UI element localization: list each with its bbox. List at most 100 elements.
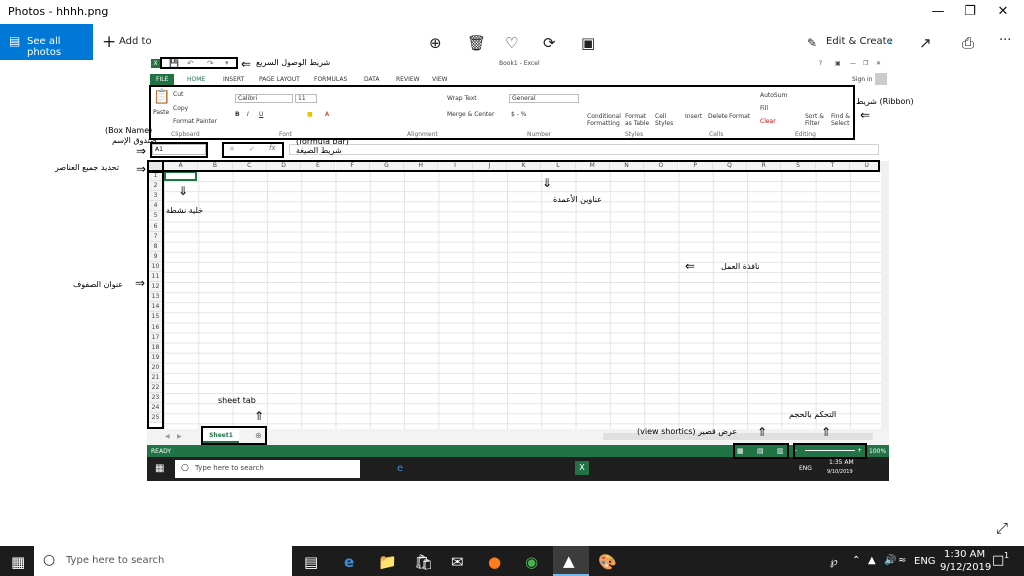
volume-icon[interactable]: 🔊	[884, 555, 896, 566]
inner-start-icon: ▦	[155, 463, 165, 474]
task-view-icon[interactable]: ▤	[304, 553, 318, 571]
paint-icon[interactable]: 🎨	[598, 553, 617, 571]
worksheet-grid[interactable]	[164, 171, 881, 429]
active-cell-arrow-icon: ⇓	[178, 184, 189, 198]
ribbon-options-icon[interactable]: ▣	[835, 60, 841, 67]
zoom-icon[interactable]: ⊕	[429, 34, 442, 52]
notification-icon[interactable]: □	[992, 553, 1004, 568]
store-icon[interactable]: 🛍	[414, 553, 433, 571]
label-formula-bar-en: (formula bar)	[296, 137, 349, 146]
label-quick-access: شريط الوصول السريع	[256, 58, 331, 67]
photos-toolbar: ▤ See all photos + Add to ⊕ 🗑 ♡ ⟳ ▣ ✎ Ed…	[0, 24, 1024, 60]
close-icon[interactable]: ✕	[993, 4, 1013, 19]
add-to-button[interactable]: Add to	[119, 36, 152, 47]
tab-formulas[interactable]: FORMULAS	[314, 76, 347, 83]
help-icon[interactable]: ?	[819, 60, 822, 67]
minimize-icon[interactable]: —	[928, 4, 948, 19]
label-view-shortcuts: (view shortics) عرض قصير	[637, 427, 738, 436]
inner-lang: ENG	[799, 465, 812, 472]
clock-time[interactable]: 1:30 AM	[944, 549, 985, 560]
people-icon[interactable]: ℘	[830, 555, 838, 568]
start-icon[interactable]: ▦	[11, 553, 25, 571]
tab-file[interactable]: FILE	[150, 74, 175, 85]
ribbon-box	[149, 85, 855, 140]
label-row-headings: عنوان الصفوف	[73, 280, 124, 289]
tab-view[interactable]: VIEW	[432, 76, 448, 83]
edit-create-icon[interactable]: ✎	[807, 36, 817, 50]
expand-icon[interactable]: ⤢	[996, 519, 1008, 537]
rotate-icon[interactable]: ⟳	[543, 34, 556, 52]
next-sheet-icon[interactable]: ▶	[177, 433, 182, 440]
taskbar: ▦ ○ Type here to search ▤ e 📁 🛍 ✉ ● ◉ ▲ …	[0, 546, 1024, 576]
status-text: READY	[151, 448, 172, 455]
vertical-scrollbar[interactable]	[881, 161, 889, 429]
tab-home[interactable]: HOME	[187, 76, 205, 83]
wifi-icon[interactable]: ≈	[898, 555, 906, 566]
tab-insert[interactable]: INSERT	[223, 76, 244, 83]
photos-taskbar-button[interactable]: ▲	[553, 546, 589, 576]
excel-close-icon[interactable]: ✕	[876, 60, 881, 67]
sheet-tab-box	[201, 426, 267, 445]
view-shortcuts-arrow-icon: ⇑	[757, 425, 768, 439]
maximize-icon[interactable]: ❐	[960, 4, 980, 19]
language-indicator[interactable]: ENG	[914, 556, 936, 567]
photos-icon: ▤	[9, 34, 21, 48]
taskbar-search-text: Type here to search	[66, 555, 165, 566]
formula-input[interactable]	[289, 144, 879, 155]
ribbon-arrow-icon: ⇐	[860, 108, 871, 122]
notification-count: 1	[1004, 551, 1010, 560]
taskbar-search-box[interactable]: ○ Type here to search	[34, 546, 292, 576]
excel-title: Book1 - Excel	[499, 60, 540, 67]
label-name-box-ar: صندوق الإسم	[112, 136, 157, 145]
more-button[interactable]: ···	[999, 33, 1011, 48]
add-icon[interactable]: +	[102, 32, 116, 52]
label-active-cell: خلية نشطة	[166, 206, 204, 215]
search-icon: ○	[43, 552, 56, 568]
tab-review[interactable]: REVIEW	[396, 76, 420, 83]
inner-search-icon: ○	[181, 463, 189, 473]
label-formula-bar-ar: شريط الصيغة	[296, 146, 342, 155]
prev-sheet-icon[interactable]: ◀	[165, 433, 170, 440]
active-cell[interactable]	[164, 171, 197, 181]
zoom-control-box	[793, 443, 867, 459]
share-icon[interactable]: ↗	[919, 34, 932, 52]
quick-access-arrow-icon: ⇐	[241, 57, 252, 71]
chevron-down-icon[interactable]: ⌄	[885, 36, 893, 47]
row-headings-box	[147, 171, 164, 429]
delete-icon[interactable]: 🗑	[467, 34, 486, 52]
avatar	[875, 73, 887, 85]
mail-icon[interactable]: ✉	[451, 553, 464, 571]
excel-maximize-icon[interactable]: ❐	[863, 60, 868, 67]
formula-bar-box	[222, 142, 284, 158]
see-all-photos-button[interactable]: ▤ See all photos	[0, 24, 93, 60]
favorite-icon[interactable]: ♡	[505, 34, 518, 52]
tab-data[interactable]: DATA	[364, 76, 379, 83]
inner-date: 9/10/2019	[827, 469, 853, 475]
inner-excel-icon: X	[575, 461, 589, 475]
zoom-level[interactable]: 100%	[869, 448, 886, 455]
inner-edge-icon: e	[397, 463, 404, 474]
tray-chevron-icon[interactable]: ⌃	[852, 555, 860, 566]
inner-search-text: Type here to search	[195, 464, 264, 472]
action-icon[interactable]: ▲	[868, 555, 876, 566]
crop-icon[interactable]: ▣	[581, 34, 595, 52]
tab-page-layout[interactable]: PAGE LAYOUT	[259, 76, 300, 83]
firefox-icon[interactable]: ●	[488, 553, 501, 571]
name-box-arrow-icon: ⇒	[136, 144, 147, 158]
sign-in-link[interactable]: Sign in	[852, 76, 872, 83]
view-shortcuts-box	[733, 443, 789, 459]
work-window-arrow-icon: ⇐	[685, 259, 696, 273]
file-explorer-icon[interactable]: 📁	[378, 553, 397, 571]
label-select-all: تحديد جميع العناصر	[55, 163, 119, 172]
label-name-box-en: (Box Name)	[105, 126, 153, 135]
clock-date[interactable]: 9/12/2019	[940, 562, 991, 573]
chrome-icon[interactable]: ◉	[525, 553, 538, 571]
edge-icon[interactable]: e	[344, 553, 354, 571]
inner-time: 1:35 AM	[829, 459, 854, 466]
edit-create-button[interactable]: Edit & Create	[826, 36, 893, 47]
print-icon[interactable]: ⎙	[962, 34, 974, 52]
photo-canvas: X 💾 ↶ ↷ ▾ Book1 - Excel ? ▣ — ❐ ✕ FILE H…	[135, 57, 889, 481]
label-work-window: نافذة العمل	[721, 262, 760, 271]
sheet-tab-arrow-icon: ⇑	[254, 409, 265, 423]
excel-minimize-icon[interactable]: —	[850, 60, 856, 67]
